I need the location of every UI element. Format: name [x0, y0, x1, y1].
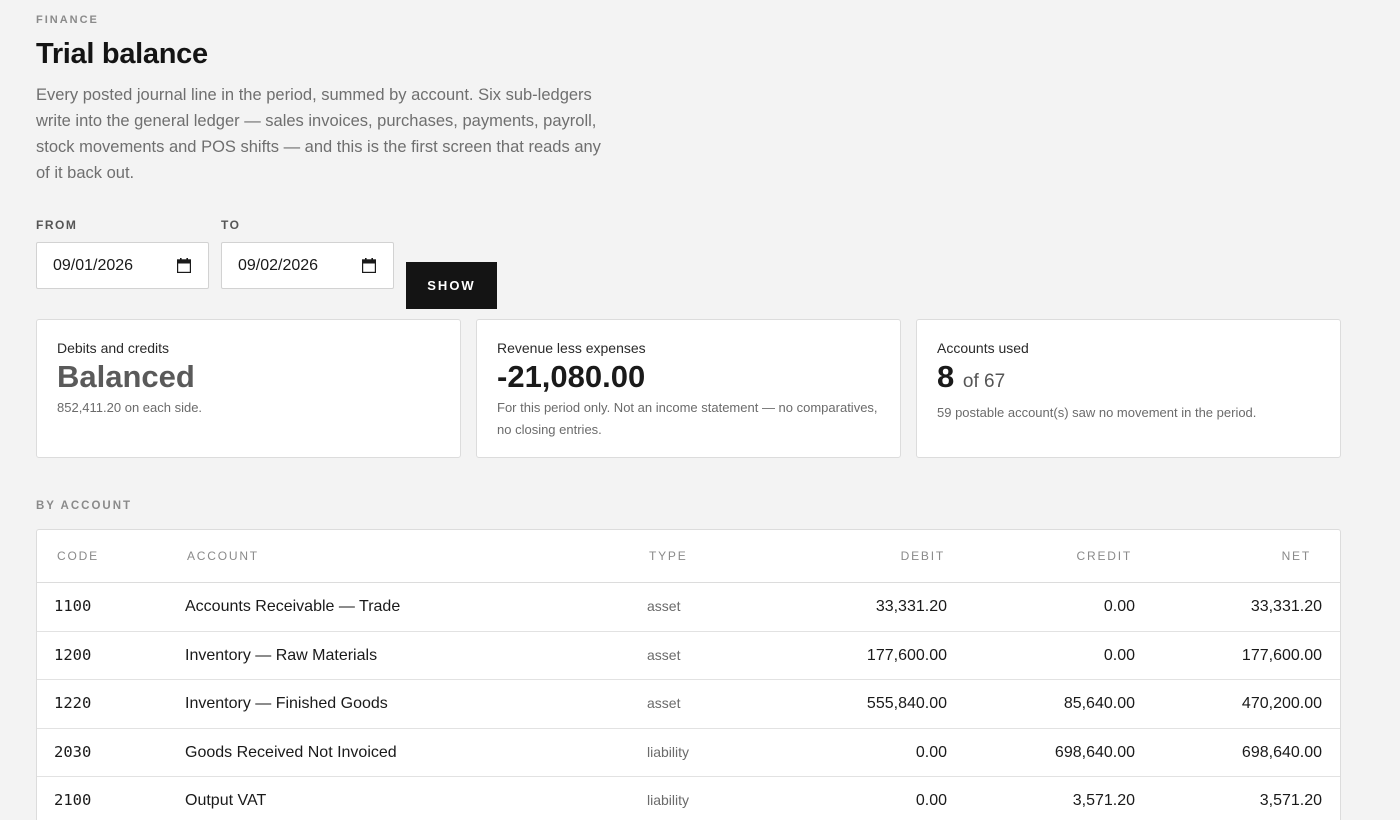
column-header-account: ACCOUNT [187, 549, 259, 563]
table-row: 1200 Inventory — Raw Materials asset 177… [37, 632, 1340, 680]
from-label: FROM [36, 218, 78, 232]
card-label: Accounts used [937, 340, 1029, 356]
table-row: 2030 Goods Received Not Invoiced liabili… [37, 729, 1340, 777]
cell-debit: 33,331.20 [875, 598, 947, 615]
cell-account: Goods Received Not Invoiced [185, 743, 397, 761]
to-label: TO [221, 218, 241, 232]
card-value-suffix: of 67 [962, 371, 1006, 392]
cell-code: 1220 [54, 694, 92, 712]
cell-type: asset [647, 695, 681, 711]
cell-net: 470,200.00 [1241, 695, 1322, 712]
cell-debit: 177,600.00 [866, 646, 947, 664]
column-header-credit: CREDIT [1076, 549, 1132, 563]
to-date-input[interactable]: 09/02/2026 [221, 242, 394, 289]
card-note: 852,411.20 on each side. [57, 400, 203, 415]
to-date-value: 09/02/2026 [238, 256, 319, 274]
table-header: CODE ACCOUNT TYPE DEBIT CREDIT NET [37, 530, 1340, 583]
cell-net: 177,600.00 [1241, 646, 1322, 664]
cell-net: 698,640.00 [1241, 743, 1322, 761]
cell-debit: 0.00 [915, 792, 947, 809]
calendar-icon[interactable] [177, 258, 191, 273]
column-header-code: CODE [57, 549, 99, 563]
cell-code: 1200 [54, 645, 92, 664]
cell-credit: 698,640.00 [1054, 743, 1135, 761]
cell-net: 33,331.20 [1250, 598, 1322, 615]
accounts-card: Accounts used 8 of 67 59 postable accoun… [916, 319, 1341, 458]
cell-credit: 0.00 [1103, 598, 1135, 615]
cell-debit: 555,840.00 [866, 695, 947, 712]
column-header-net: NET [1281, 549, 1311, 563]
column-header-debit: DEBIT [900, 549, 945, 563]
cell-type: asset [647, 598, 681, 614]
cell-account: Inventory — Finished Goods [185, 695, 388, 712]
table-row: 1100 Accounts Receivable — Trade asset 3… [37, 583, 1340, 632]
cell-credit: 0.00 [1103, 646, 1135, 664]
card-note: 59 postable account(s) saw no movement i… [937, 405, 1257, 420]
cell-code: 2100 [54, 791, 92, 809]
cell-account: Accounts Receivable — Trade [185, 598, 401, 615]
page-intro: Every posted journal line in the period,… [36, 86, 601, 182]
cell-net: 3,571.20 [1259, 792, 1322, 809]
from-date-input[interactable]: 09/01/2026 [36, 242, 209, 289]
card-label: Revenue less expenses [497, 340, 646, 356]
column-header-type: TYPE [649, 549, 688, 563]
cell-account: Output VAT [185, 792, 267, 809]
card-label: Debits and credits [57, 340, 170, 356]
trial-balance-table: CODE ACCOUNT TYPE DEBIT CREDIT NET 1100 … [36, 529, 1341, 820]
cell-code: 2030 [54, 742, 92, 761]
cell-type: asset [647, 646, 681, 663]
card-value: 8 [937, 359, 955, 394]
page-title: Trial balance [36, 38, 208, 70]
cell-credit: 85,640.00 [1063, 695, 1135, 712]
cell-code: 1100 [54, 597, 92, 615]
by-account-label: BY ACCOUNT [36, 500, 133, 512]
cell-type: liability [647, 743, 690, 760]
cell-type: liability [647, 792, 690, 808]
balance-card: Debits and credits Balanced 852,411.20 o… [36, 319, 461, 458]
table-row: 2100 Output VAT liability 0.00 3,571.20 … [37, 777, 1340, 820]
show-button[interactable]: SHOW [406, 262, 497, 309]
revenue-card: Revenue less expenses -21,080.00 For thi… [476, 319, 901, 458]
card-value: Balanced [57, 359, 195, 394]
from-date-value: 09/01/2026 [53, 256, 134, 274]
cell-account: Inventory — Raw Materials [185, 646, 378, 664]
section-eyebrow: FINANCE [36, 14, 99, 26]
table-row: 1220 Inventory — Finished Goods asset 55… [37, 680, 1340, 729]
card-note: For this period only. Not an income stat… [497, 400, 878, 437]
calendar-icon[interactable] [362, 258, 376, 273]
card-value: -21,080.00 [497, 359, 646, 394]
cell-credit: 3,571.20 [1072, 792, 1135, 809]
card-value-group: 8 of 67 [937, 359, 1320, 400]
cell-debit: 0.00 [915, 743, 947, 761]
